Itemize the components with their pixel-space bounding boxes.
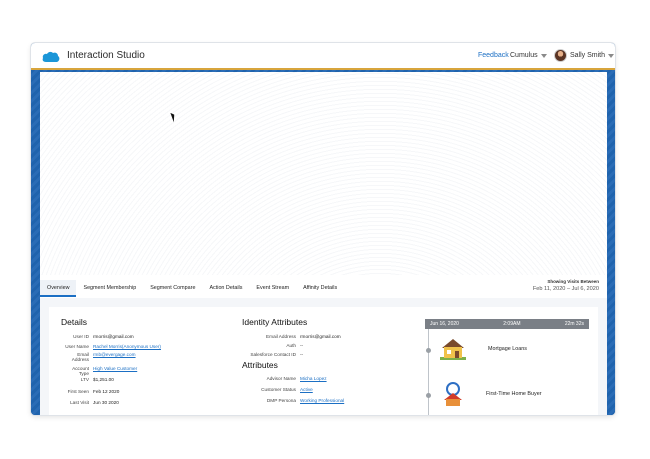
attribute-key: Advisor Name [266, 376, 296, 381]
identity-value: -- [300, 352, 304, 357]
salesforce-cloud-icon [42, 51, 60, 62]
top-bar: Interaction Studio Feedback Cumulus Sall… [31, 43, 615, 70]
overview-card: Details User ID rmorris@gmail.com User N… [49, 307, 598, 415]
tab-event-stream[interactable]: Event Stream [249, 280, 296, 297]
identity-row: Salesforce Contact ID -- [242, 352, 303, 357]
detail-key: User ID [73, 334, 89, 339]
chevron-down-icon [540, 53, 547, 58]
timeline-item-label[interactable]: First-Time Home Buyer [486, 391, 542, 397]
detail-row: Last Visit Jun 30 2020 [61, 400, 119, 405]
detail-value: Jun 30 2020 [93, 400, 119, 405]
identity-value: rmorris@gmail.com [300, 334, 341, 339]
attribute-key: DMP Persona [266, 398, 296, 403]
detail-value-link[interactable]: Rachel Morris(Anonymous User) [93, 344, 161, 349]
avatar[interactable] [554, 49, 567, 62]
timeline-duration: 22m 32s [564, 321, 584, 327]
identity-key: Email Address [266, 334, 296, 339]
identity-value: -- [300, 343, 304, 348]
user-name: Sally Smith [570, 52, 606, 59]
attributes-heading: Attributes [242, 360, 278, 370]
tab-affinity-details[interactable]: Affinity Details [296, 280, 344, 297]
dataset-selector[interactable]: Cumulus [510, 52, 547, 59]
detail-key: Email Address [71, 352, 89, 363]
detail-row: First Seen Feb 12 2020 [61, 389, 120, 394]
main-content: Overview Segment Membership Segment Comp… [40, 72, 607, 415]
timeline-dot [426, 393, 431, 398]
house-icon [440, 339, 466, 360]
mouse-cursor-icon [170, 111, 177, 123]
profile-hero-area [40, 72, 607, 275]
attribute-value-link[interactable]: Micha Lopez [300, 376, 327, 381]
attribute-row: DMP Persona Working Professional [242, 398, 344, 403]
chevron-down-icon [608, 53, 615, 58]
detail-row: User Name Rachel Morris(Anonymous User) [61, 344, 161, 349]
app-title: Interaction Studio [67, 50, 145, 61]
attribute-value-link[interactable]: Active [300, 387, 313, 392]
dataset-label: Cumulus [510, 52, 538, 59]
user-menu[interactable]: Sally Smith [570, 52, 615, 59]
attribute-row: Advisor Name Micha Lopez [242, 376, 327, 381]
identity-key: Salesforce Contact ID [250, 352, 296, 357]
detail-row: LTV $1,251.00 [61, 377, 114, 382]
detail-row: Email Address rmb@evergage.com [61, 352, 136, 362]
timeline-date: Jun 16, 2020 [430, 321, 459, 327]
attribute-value-link[interactable]: Working Professional [300, 398, 344, 403]
house-key-icon [444, 382, 462, 406]
detail-key: Account Type [72, 366, 89, 377]
timeline-line [428, 329, 429, 415]
date-range-value[interactable]: Feb 11, 2020 – Jul 6, 2020 [533, 286, 599, 292]
identity-row: Auth -- [242, 343, 303, 348]
timeline-dot [426, 348, 431, 353]
feedback-link[interactable]: Feedback [478, 52, 509, 59]
timeline-header[interactable]: Jun 16, 2020 2:09AM 22m 32s [425, 319, 589, 329]
detail-key: LTV [80, 377, 89, 382]
detail-value: $1,251.00 [93, 377, 114, 382]
details-heading: Details [61, 317, 87, 327]
identity-row: Email Address rmorris@gmail.com [242, 334, 341, 339]
detail-value: rmorris@gmail.com [93, 334, 134, 339]
detail-key: User Name [65, 344, 89, 349]
timeline-item-label[interactable]: Mortgage Loans [488, 346, 527, 352]
identity-key: Auth [286, 343, 296, 348]
timeline-time: 2:09AM [503, 321, 521, 327]
tab-bar: Overview Segment Membership Segment Comp… [40, 280, 607, 297]
tab-segment-membership[interactable]: Segment Membership [76, 280, 143, 297]
tab-overview[interactable]: Overview [40, 280, 77, 297]
detail-row: User ID rmorris@gmail.com [61, 334, 134, 339]
identity-attributes-heading: Identity Attributes [242, 317, 308, 327]
overview-panel: Details User ID rmorris@gmail.com User N… [40, 298, 607, 415]
detail-value: Feb 12 2020 [93, 389, 120, 394]
tab-action-details[interactable]: Action Details [202, 280, 249, 297]
attribute-row: Customer Status Active [242, 387, 313, 392]
visit-timeline: Jun 16, 2020 2:09AM 22m 32s Mortgage Loa… [425, 319, 589, 415]
detail-key: Last Visit [70, 400, 89, 405]
detail-row: Account Type High Value Customer [61, 366, 137, 376]
detail-value-link[interactable]: rmb@evergage.com [93, 352, 136, 362]
detail-value-link[interactable]: High Value Customer [93, 366, 137, 376]
app-window: Interaction Studio Feedback Cumulus Sall… [31, 43, 615, 415]
date-range-label: Showing Visits Between [547, 279, 599, 284]
detail-key: First Seen [67, 389, 89, 394]
tab-segment-compare[interactable]: Segment Compare [143, 280, 202, 297]
attribute-key: Customer Status [261, 387, 296, 392]
